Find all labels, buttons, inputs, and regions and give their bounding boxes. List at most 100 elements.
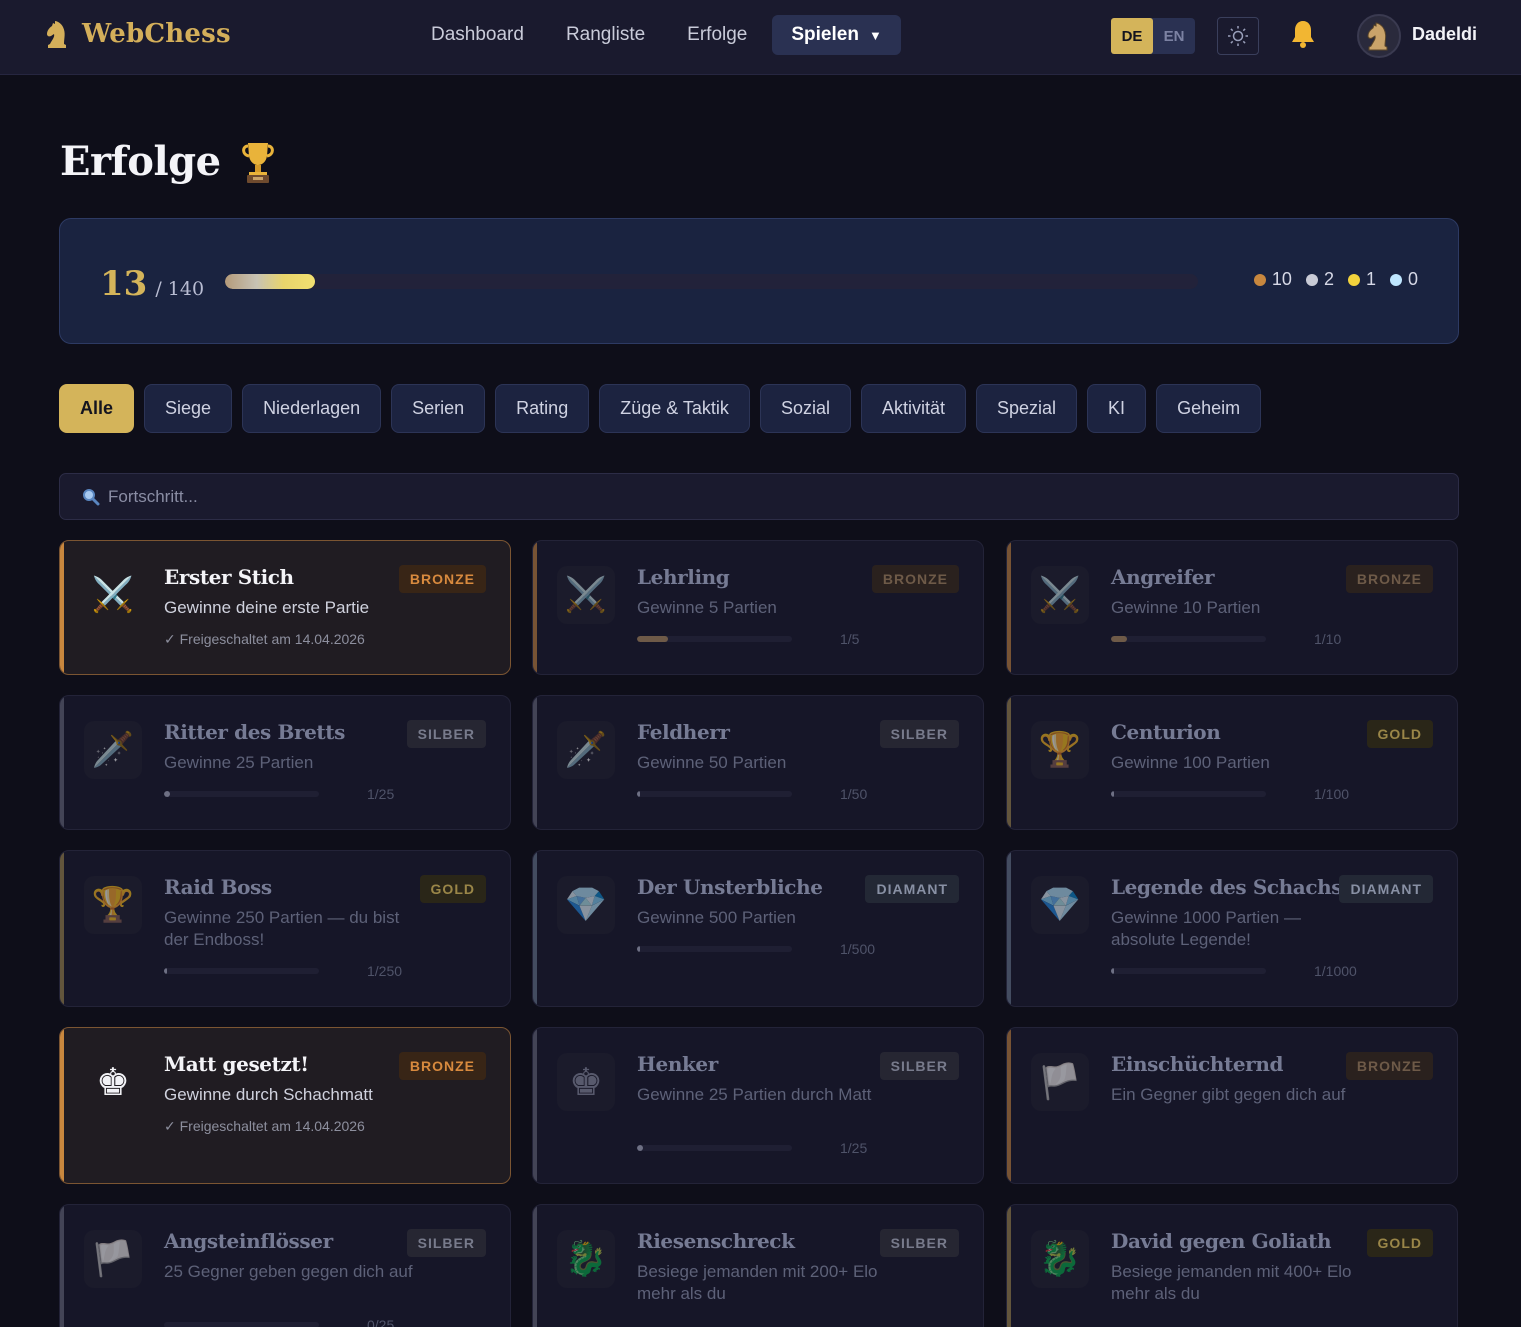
tier-badge: BRONZE (398, 1052, 486, 1080)
achievement-title: Feldherr (637, 720, 730, 744)
theme-toggle-button[interactable] (1217, 17, 1259, 55)
achievement-card[interactable]: 🐉 David gegen Goliath Besiege jemanden mit… (1006, 1204, 1458, 1327)
achievement-description: Besiege jemanden mit 400+ Elo mehr als d… (1111, 1262, 1352, 1303)
achievement-title: Raid Boss (164, 875, 272, 899)
achievement-content: Angreifer Gewinne 10 Partien (1111, 565, 1361, 619)
achievement-description: Gewinne 250 Partien — du bist der Endbos… (164, 908, 400, 949)
achievement-icon-box: 🏆 (84, 876, 142, 934)
achievement-card[interactable]: ♚ Matt gesetzt! Gewinne durch Schachmatt ✓ … (59, 1027, 511, 1184)
filter-zuege-taktik[interactable]: Züge & Taktik (599, 384, 750, 433)
achievement-progress-bar (1111, 636, 1266, 642)
achievement-progress-bar (164, 791, 319, 797)
user-avatar[interactable] (1357, 14, 1401, 58)
tier-accent-stripe (1007, 1028, 1011, 1183)
filter-siege[interactable]: Siege (144, 384, 233, 433)
achievement-title: Legende des Schachs (1111, 875, 1343, 899)
achievement-progress: 1/500 (637, 941, 875, 957)
tier-badge: SILBER (406, 720, 486, 748)
nav-link-rangliste[interactable]: Rangliste (545, 15, 666, 55)
tier-accent-stripe (533, 696, 537, 829)
achievement-icon: 🏳️ (1038, 1063, 1082, 1101)
achievement-card[interactable]: 💎 Legende des Schachs Gewinne 1000 Partien… (1006, 850, 1458, 1007)
filter-niederlagen[interactable]: Niederlagen (242, 384, 382, 433)
achievement-progress-fill (164, 791, 171, 797)
tier-badge: DIAMANT (865, 875, 959, 903)
achievement-progress-fill (637, 946, 641, 952)
filter-rating[interactable]: Rating (495, 384, 590, 433)
achievement-card[interactable]: 🗡️ Feldherr Gewinne 50 Partien 1/50 SILBER (532, 695, 984, 830)
caret-down-icon: ▼ (868, 27, 882, 43)
lang-option-de[interactable]: DE (1111, 18, 1153, 54)
nav-link-dashboard[interactable]: Dashboard (410, 15, 545, 55)
achievement-progress: 1/1000 (1111, 963, 1357, 979)
achievement-content: Legende des Schachs Gewinne 1000 Partien … (1111, 875, 1361, 951)
achievement-progress-text: 1/10 (1314, 631, 1342, 647)
achievement-content: Raid Boss Gewinne 250 Partien — du bist d… (164, 875, 414, 951)
tier-badge: BRONZE (1345, 1052, 1433, 1080)
achievement-card[interactable]: 💎 Der Unsterbliche Gewinne 500 Partien 1/50… (532, 850, 984, 1007)
achievement-progress-fill (637, 791, 641, 797)
tier-badge: GOLD (1366, 1229, 1433, 1257)
achievement-card[interactable]: ⚔️ Angreifer Gewinne 10 Partien 1/10 BRONZE (1006, 540, 1458, 675)
achievement-content: Ritter des Bretts Gewinne 25 Partien (164, 720, 414, 774)
achievement-card[interactable]: 🏳️ Angsteinflösser 25 Gegner geben gegen d… (59, 1204, 511, 1327)
lang-option-en[interactable]: EN (1153, 18, 1195, 54)
achievement-content: David gegen Goliath Besiege jemanden mit … (1111, 1229, 1361, 1305)
achievement-content: Einschüchternd Ein Gegner gibt gegen dich… (1111, 1052, 1361, 1106)
achievement-card[interactable]: 🏆 Raid Boss Gewinne 250 Partien — du bist … (59, 850, 511, 1007)
achievement-summary-panel: 13 / 140 10 2 1 0 (59, 218, 1459, 344)
filter-alle[interactable]: Alle (59, 384, 135, 433)
app-logo[interactable]: WebChess (44, 18, 231, 50)
tier-accent-stripe (533, 1205, 537, 1327)
achievement-icon: ⚔️ (1038, 576, 1082, 614)
achievement-card[interactable]: ⚔️ Erster Stich Gewinne deine erste Partie… (59, 540, 511, 675)
page-header: Erfolge (60, 138, 277, 185)
play-label: Spielen (791, 24, 859, 45)
total-number: / 140 (155, 278, 205, 300)
achievement-card[interactable]: 🗡️ Ritter des Bretts Gewinne 25 Partien 1/2… (59, 695, 511, 830)
achievement-title: Matt gesetzt! (164, 1052, 309, 1076)
filter-spezial[interactable]: Spezial (976, 384, 1078, 433)
filter-ki[interactable]: KI (1087, 384, 1147, 433)
achievement-icon: 🐉 (564, 1240, 608, 1278)
language-switcher: DE EN (1111, 18, 1195, 54)
tier-accent-stripe (1007, 1205, 1011, 1327)
knight-avatar-icon (1367, 22, 1388, 51)
search-input[interactable] (108, 486, 1408, 507)
achievement-icon-box: 🏳️ (1031, 1053, 1089, 1111)
bell-icon (1292, 21, 1314, 48)
filter-geheim[interactable]: Geheim (1156, 384, 1262, 433)
achievement-card[interactable]: ♚ Henker Gewinne 25 Partien durch Matt 1/25… (532, 1027, 984, 1184)
achievement-content: Centurion Gewinne 100 Partien (1111, 720, 1361, 774)
achievement-progress-bar (164, 968, 319, 974)
nav-link-erfolge[interactable]: Erfolge (666, 15, 768, 55)
achievement-icon: ⚔️ (91, 576, 135, 614)
achievement-title: Einschüchternd (1111, 1052, 1284, 1076)
play-dropdown-button[interactable]: Spielen ▼ (772, 15, 901, 55)
achievement-title: Angsteinflösser (164, 1229, 333, 1253)
username[interactable]: Dadeldi (1412, 24, 1477, 45)
filter-serien[interactable]: Serien (391, 384, 486, 433)
achievement-content: Henker Gewinne 25 Partien durch Matt (637, 1052, 887, 1106)
filter-aktivitaet[interactable]: Aktivität (860, 384, 966, 433)
achievement-content: Der Unsterbliche Gewinne 500 Partien (637, 875, 887, 929)
unlocked-number: 13 (100, 264, 148, 304)
achievement-progress: 1/25 (637, 1140, 867, 1156)
filter-sozial[interactable]: Sozial (759, 384, 851, 433)
achievement-progress-bar (637, 636, 792, 642)
overall-progress-fill (225, 274, 316, 289)
achievement-progress-bar (1111, 791, 1266, 797)
achievement-card[interactable]: 🐉 Riesenschreck Besiege jemanden mit 200+ … (532, 1204, 984, 1327)
notifications-button[interactable] (1289, 19, 1317, 54)
achievement-card[interactable]: ⚔️ Lehrling Gewinne 5 Partien 1/5 BRONZE (532, 540, 984, 675)
tier-counts: 10 2 1 0 (1253, 269, 1418, 290)
achievement-card[interactable]: 🏳️ Einschüchternd Ein Gegner gibt gegen di… (1006, 1027, 1458, 1184)
achievement-description: 25 Gegner geben gegen dich auf (164, 1262, 413, 1281)
tier-badge: BRONZE (398, 565, 486, 593)
tier-badge: SILBER (879, 720, 959, 748)
achievement-progress: 1/5 (637, 631, 859, 647)
achievement-icon: 💎 (564, 886, 608, 924)
achievement-progress-text: 1/1000 (1314, 963, 1357, 979)
achievement-description: Gewinne 100 Partien (1111, 753, 1270, 772)
achievement-card[interactable]: 🏆 Centurion Gewinne 100 Partien 1/100 GOLD (1006, 695, 1458, 830)
